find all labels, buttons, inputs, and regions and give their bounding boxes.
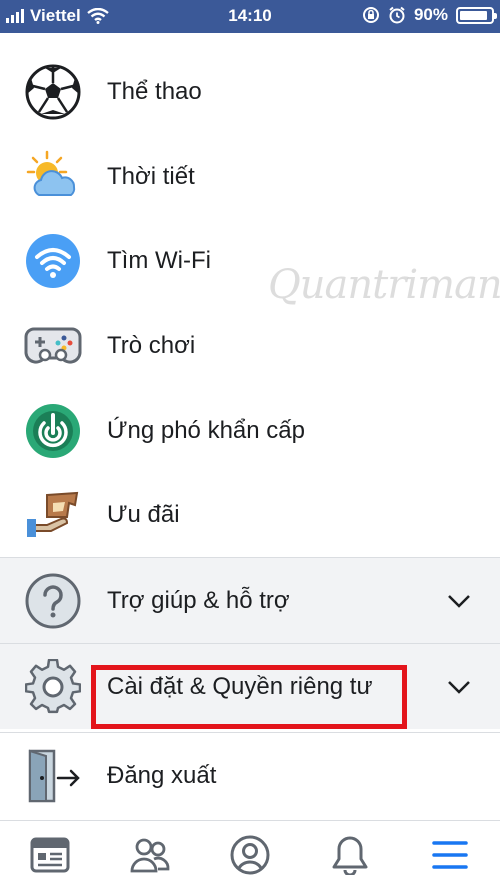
menu-item-help-support[interactable]: Trợ giúp & hỗ trợ <box>0 558 500 643</box>
menu-item-crisis-response[interactable]: Ứng phó khẩn cấp <box>0 388 500 473</box>
menu-item-label: Trợ giúp & hỗ trợ <box>107 586 290 614</box>
menu-item-label: Thời tiết <box>107 162 195 190</box>
menu-item-label: Đăng xuất <box>107 761 217 789</box>
menu-item-games[interactable]: Trò chơi <box>0 303 500 388</box>
offers-icon <box>24 486 82 544</box>
menu-hamburger-icon <box>432 841 468 869</box>
menu-item-weather[interactable]: Thời tiết <box>0 134 500 219</box>
menu-item-label: Ưu đãi <box>107 500 180 528</box>
weather-icon <box>24 148 82 206</box>
notifications-bell-icon <box>332 836 368 875</box>
menu-item-label: Trò chơi <box>107 331 196 359</box>
chevron-down-icon[interactable] <box>446 588 472 614</box>
tab-friends[interactable] <box>128 833 172 877</box>
help-icon <box>24 572 82 630</box>
gear-icon <box>24 658 82 716</box>
friends-icon <box>130 838 170 873</box>
menu-item-label: Tìm Wi-Fi <box>107 246 211 274</box>
menu-item-sports[interactable]: Thể thao <box>0 49 500 134</box>
alarm-icon <box>389 6 405 24</box>
menu-item-label: Ứng phó khẩn cấp <box>107 416 305 444</box>
watermark: Quantrimang <box>268 262 500 308</box>
profile-icon <box>230 835 270 875</box>
tab-menu[interactable] <box>428 833 472 877</box>
tab-profile[interactable] <box>228 833 272 877</box>
bottom-tab-bar <box>0 820 500 889</box>
tab-news-feed[interactable] <box>28 833 72 877</box>
menu-item-label: Thể thao <box>107 77 202 105</box>
battery-icon <box>456 6 497 24</box>
tab-notifications[interactable] <box>328 833 372 877</box>
logout-door-icon <box>24 747 82 805</box>
highlight-annotation-box <box>91 665 407 729</box>
menu-item-offers[interactable]: Ưu đãi <box>0 472 500 557</box>
menu-item-logout[interactable]: Đăng xuất <box>0 733 500 818</box>
chevron-down-icon[interactable] <box>446 674 472 700</box>
wifi-icon <box>24 232 82 290</box>
crisis-response-icon <box>24 402 82 460</box>
status-bar: Viettel 14:10 90% <box>0 0 500 33</box>
gamepad-icon <box>24 317 82 375</box>
soccer-ball-icon <box>24 63 82 121</box>
news-feed-icon <box>30 837 70 873</box>
battery-percent: 90% <box>413 5 448 24</box>
rotation-lock-icon <box>362 7 379 23</box>
